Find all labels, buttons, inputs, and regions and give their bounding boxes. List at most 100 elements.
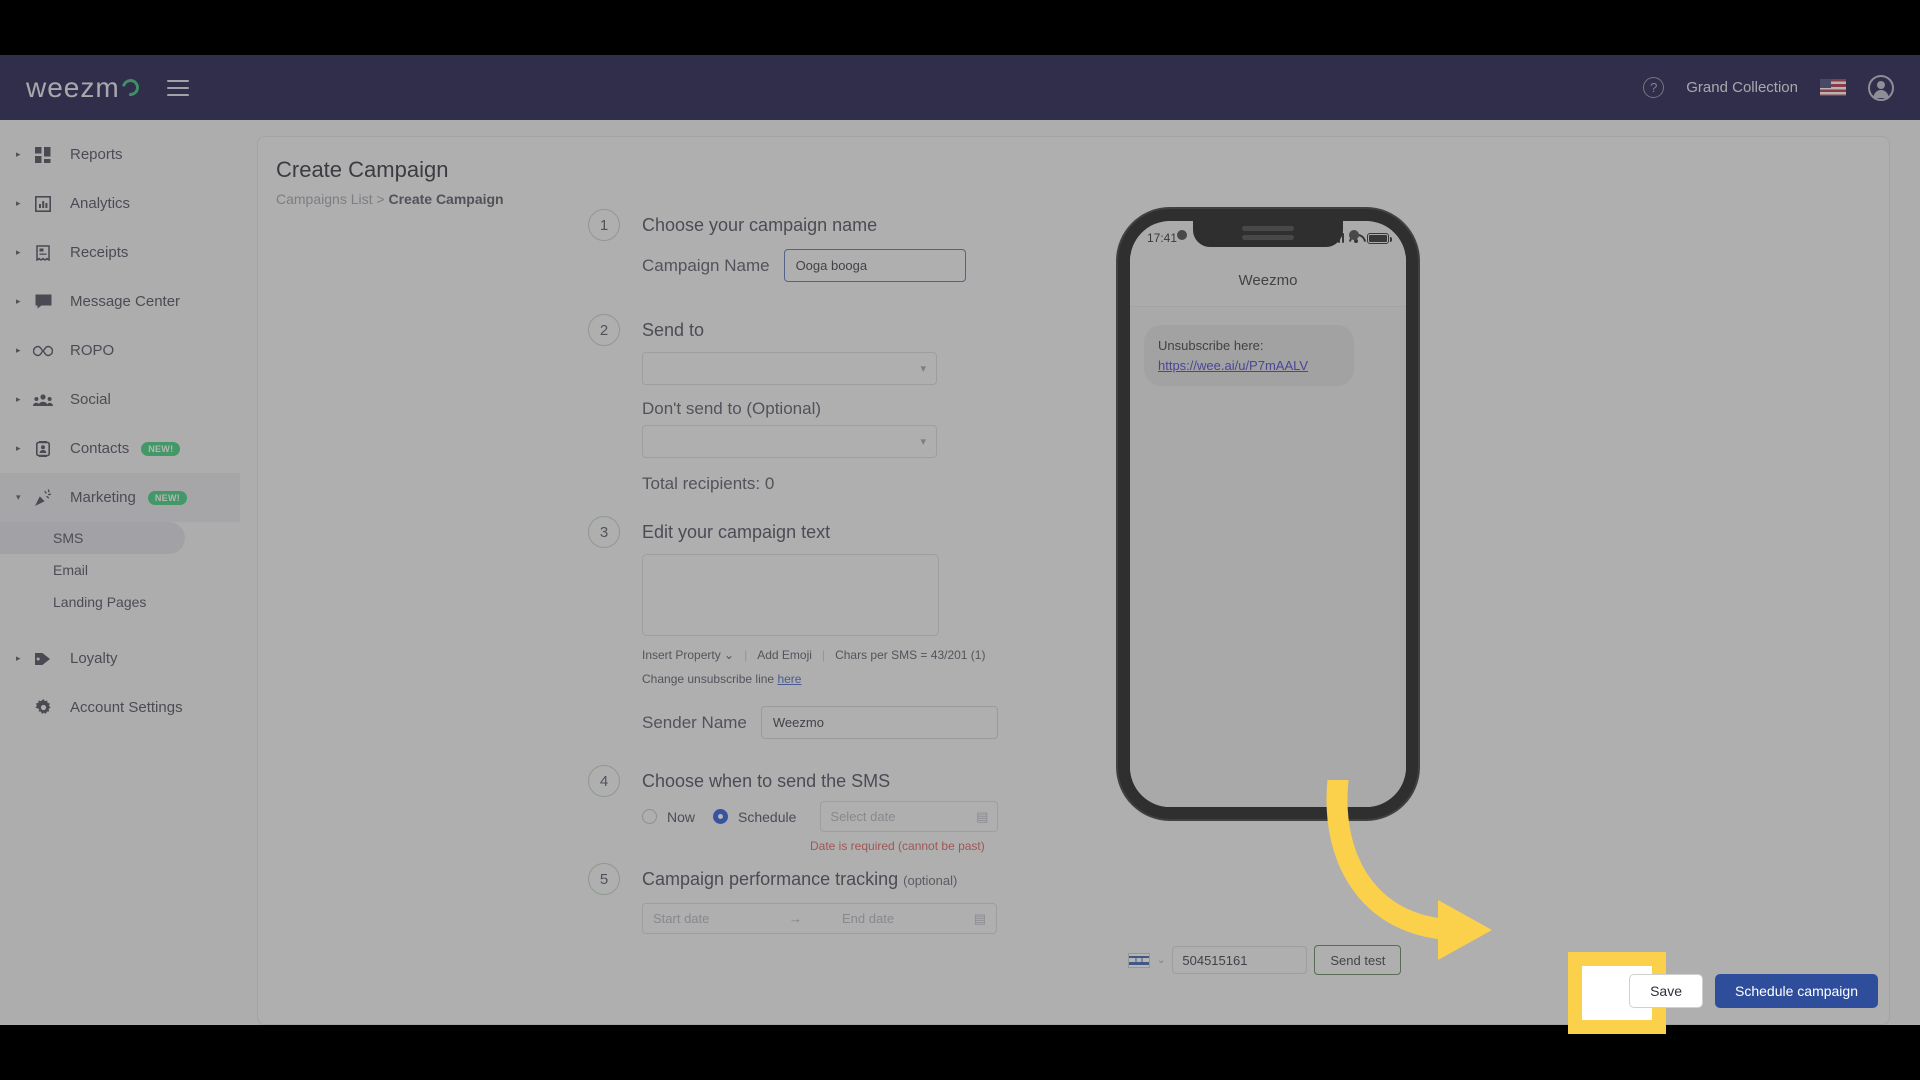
chevron-down-icon: ▾ bbox=[920, 436, 926, 448]
sms-preview: 17:41 Weezmo Unsubscribe here: https://w… bbox=[1118, 209, 1418, 819]
total-recipients: Total recipients: 0 bbox=[642, 474, 775, 493]
step-3-header: 3 Edit your campaign text bbox=[588, 516, 1018, 548]
calendar-icon: ▤ bbox=[973, 910, 986, 926]
save-button[interactable]: Save bbox=[1629, 974, 1704, 1008]
sidebar-item-label: Social bbox=[70, 391, 111, 408]
sidebar-item-label: Loyalty bbox=[70, 650, 118, 667]
sidebar-item-marketing[interactable]: ▾ Marketing NEW! bbox=[0, 473, 240, 522]
chevron-right-icon: ▸ bbox=[16, 149, 21, 159]
step-4-header: 4 Choose when to send the SMS bbox=[588, 765, 1018, 797]
sidebar-subitem-email[interactable]: Email bbox=[0, 554, 185, 586]
sidebar-subitem-sms[interactable]: SMS bbox=[0, 522, 185, 554]
bar-chart-icon bbox=[30, 195, 56, 212]
add-emoji-button[interactable]: Add Emoji bbox=[757, 648, 812, 662]
chevron-down-icon: ⌄ bbox=[724, 648, 735, 662]
radio-now-label: Now bbox=[667, 808, 696, 825]
unsubscribe-line-row: Change unsubscribe line here bbox=[642, 672, 1018, 686]
campaign-name-input[interactable] bbox=[783, 249, 966, 282]
receipt-icon bbox=[30, 244, 56, 261]
chars-per-sms-counter: Chars per SMS = 43/201 (1) bbox=[835, 648, 986, 662]
preview-message-link[interactable]: https://wee.ai/u/P7mAALV bbox=[1158, 356, 1340, 376]
status-badge: NEW! bbox=[141, 441, 181, 456]
performance-date-range[interactable]: Start date → End date ▤ bbox=[642, 903, 997, 934]
chat-icon bbox=[30, 294, 56, 309]
unsubscribe-prefix: Change unsubscribe line bbox=[642, 672, 775, 686]
send-test-row: ⌄ Send test bbox=[1128, 945, 1402, 975]
editor-toolbar: Insert Property ⌄ | Add Emoji | Chars pe… bbox=[642, 648, 1018, 662]
sidebar-item-account-settings[interactable]: Account Settings bbox=[0, 683, 240, 732]
sidebar-item-label: Marketing bbox=[70, 489, 136, 506]
step-5-optional: (optional) bbox=[903, 873, 958, 888]
radio-now[interactable] bbox=[642, 809, 657, 824]
campaign-form: 1 Choose your campaign name Campaign Nam… bbox=[588, 209, 1018, 934]
insert-property-label: Insert Property bbox=[642, 648, 721, 662]
account-name: Grand Collection bbox=[1686, 79, 1798, 96]
send-to-select[interactable]: ▾ bbox=[642, 352, 937, 385]
range-arrow-icon: → bbox=[789, 911, 803, 926]
step-title: Send to bbox=[642, 320, 705, 340]
schedule-date-error: Date is required (cannot be past) bbox=[810, 839, 985, 853]
sidebar-item-receipts[interactable]: ▸ Receipts bbox=[0, 228, 240, 277]
step-5-title-text: Campaign performance tracking bbox=[642, 869, 899, 889]
sender-name-input[interactable] bbox=[760, 706, 998, 739]
preview-conversation: Unsubscribe here: https://wee.ai/u/P7mAA… bbox=[1130, 308, 1406, 807]
step-title: Choose when to send the SMS bbox=[642, 771, 891, 791]
sender-name-row: Sender Name bbox=[642, 706, 1018, 739]
topbar-right-group: ? Grand Collection bbox=[1643, 74, 1894, 101]
weezmo-logo: weezm bbox=[26, 72, 143, 104]
sidebar-item-loyalty[interactable]: ▸ Loyalty bbox=[0, 634, 240, 683]
infinity-icon bbox=[30, 345, 56, 357]
chevron-right-icon: ▸ bbox=[16, 653, 21, 663]
chevron-down-icon[interactable]: ⌄ bbox=[1157, 955, 1165, 966]
status-time: 17:41 bbox=[1147, 231, 1178, 245]
us-flag-icon[interactable] bbox=[1820, 79, 1846, 96]
schedule-date-input[interactable]: Select date ▤ bbox=[820, 801, 999, 832]
sidebar-item-social[interactable]: ▸ Social bbox=[0, 375, 240, 424]
step-title: Campaign performance tracking (optional) bbox=[642, 863, 957, 897]
sidebar-item-reports[interactable]: ▸ Reports bbox=[0, 130, 240, 179]
chevron-right-icon: ▸ bbox=[16, 443, 21, 453]
avatar[interactable] bbox=[1868, 74, 1894, 101]
step-number: 1 bbox=[588, 209, 620, 241]
send-test-button[interactable]: Send test bbox=[1314, 945, 1402, 975]
end-date-placeholder: End date bbox=[842, 911, 895, 926]
sidebar-subitem-landing-pages[interactable]: Landing Pages bbox=[0, 586, 185, 618]
insert-property-button[interactable]: Insert Property ⌄ bbox=[642, 648, 734, 662]
sidebar: ▸ Reports ▸ Analytics ▸ Receipts ▸ Messa… bbox=[0, 120, 240, 1025]
help-icon[interactable]: ? bbox=[1643, 77, 1665, 98]
main-content: Create Campaign Campaigns List > Create … bbox=[240, 120, 1920, 1025]
preview-header-title: Weezmo bbox=[1130, 255, 1406, 307]
sidebar-item-message-center[interactable]: ▸ Message Center bbox=[0, 277, 240, 326]
schedule-options-row: Now Schedule Select date ▤ bbox=[642, 801, 1018, 832]
unsubscribe-here-link[interactable]: here bbox=[777, 672, 801, 686]
breadcrumb-separator: > bbox=[376, 191, 385, 207]
breadcrumb-campaigns-list[interactable]: Campaigns List bbox=[276, 191, 373, 207]
schedule-campaign-button[interactable]: Schedule campaign bbox=[1715, 974, 1878, 1008]
contact-card-icon bbox=[30, 440, 56, 457]
campaign-text-area[interactable] bbox=[642, 554, 939, 636]
step-title: Choose your campaign name bbox=[642, 215, 878, 235]
sender-name-label: Sender Name bbox=[642, 712, 747, 732]
campaign-name-label: Campaign Name bbox=[642, 255, 770, 275]
sidebar-item-label: ROPO bbox=[70, 342, 115, 359]
step-title: Edit your campaign text bbox=[642, 522, 831, 542]
dont-send-to-select[interactable]: ▾ bbox=[642, 425, 937, 458]
sidebar-item-label: Reports bbox=[70, 146, 123, 163]
footer-actions: Save Schedule campaign bbox=[1629, 974, 1878, 1008]
israel-flag-icon bbox=[1128, 952, 1150, 968]
chevron-right-icon: ▸ bbox=[16, 345, 21, 355]
sidebar-item-ropo[interactable]: ▸ ROPO bbox=[0, 326, 240, 375]
phone-frame: 17:41 Weezmo Unsubscribe here: https://w… bbox=[1118, 209, 1418, 819]
chevron-down-icon: ▾ bbox=[16, 492, 21, 502]
tag-icon bbox=[30, 651, 56, 667]
breadcrumb: Campaigns List > Create Campaign bbox=[276, 191, 504, 207]
chevron-right-icon: ▸ bbox=[16, 247, 21, 257]
create-campaign-card: Create Campaign Campaigns List > Create … bbox=[257, 136, 1890, 1025]
radio-schedule[interactable] bbox=[713, 809, 729, 824]
hamburger-icon[interactable] bbox=[166, 79, 189, 96]
sidebar-item-analytics[interactable]: ▸ Analytics bbox=[0, 179, 240, 228]
toolbar-divider: | bbox=[744, 648, 748, 662]
gear-icon bbox=[30, 699, 56, 716]
sidebar-item-contacts[interactable]: ▸ Contacts NEW! bbox=[0, 424, 240, 473]
test-phone-input[interactable] bbox=[1172, 946, 1308, 974]
